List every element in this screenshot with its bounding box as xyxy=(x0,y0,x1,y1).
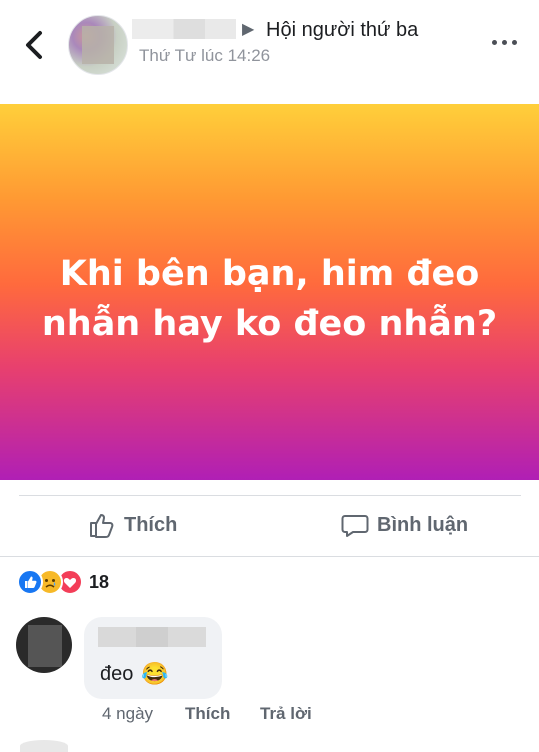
back-button[interactable] xyxy=(22,30,48,60)
comment-text-row: đeo 😂 xyxy=(100,661,169,687)
group-name[interactable]: Hội người thứ ba xyxy=(266,19,418,42)
post-background-card: Khi bên bạn, him đeo nhẫn hay ko đeo nhẫ… xyxy=(0,104,539,480)
comment-like-button[interactable]: Thích xyxy=(185,704,230,724)
reaction-summary[interactable]: 18 xyxy=(17,569,110,595)
more-options-button[interactable] xyxy=(492,38,518,48)
divider xyxy=(19,495,521,496)
author-avatar[interactable] xyxy=(68,15,128,75)
commenter-name-redacted[interactable] xyxy=(98,627,206,647)
avatar-redaction xyxy=(28,625,62,667)
post-text: Khi bên bạn, him đeo nhẫn hay ko đeo nhẫ… xyxy=(41,254,498,344)
comment-bubble-icon xyxy=(341,515,369,537)
chevron-left-icon xyxy=(26,31,42,59)
more-dot xyxy=(502,40,507,45)
more-dot xyxy=(512,40,517,45)
divider xyxy=(0,556,539,557)
next-comment-avatar-partial xyxy=(20,740,68,752)
avatar-redaction xyxy=(82,26,114,64)
comment-text: đeo xyxy=(100,662,134,685)
like-reaction-icon xyxy=(17,569,43,595)
comment-bubble[interactable]: đeo 😂 xyxy=(84,617,222,699)
comment-reply-button[interactable]: Trả lời xyxy=(260,704,312,724)
commenter-avatar[interactable] xyxy=(16,617,72,673)
author-name-redacted[interactable] xyxy=(132,19,236,39)
like-button[interactable]: Thích xyxy=(88,509,177,541)
comment-time[interactable]: 4 ngày xyxy=(102,704,153,724)
comment-button[interactable]: Bình luận xyxy=(341,509,468,541)
comment-label: Bình luận xyxy=(377,513,469,536)
right-triangle-icon: ▶ xyxy=(242,21,255,38)
more-horizontal-icon xyxy=(492,40,497,45)
post-header: ▶ Hội người thứ ba Thứ Tư lúc 14:26 xyxy=(0,0,539,104)
reaction-count: 18 xyxy=(89,571,110,592)
tears-of-joy-emoji-icon: 😂 xyxy=(141,661,169,686)
like-label: Thích xyxy=(124,513,178,536)
thumbs-up-icon xyxy=(90,514,114,538)
post-timestamp[interactable]: Thứ Tư lúc 14:26 xyxy=(139,46,270,66)
